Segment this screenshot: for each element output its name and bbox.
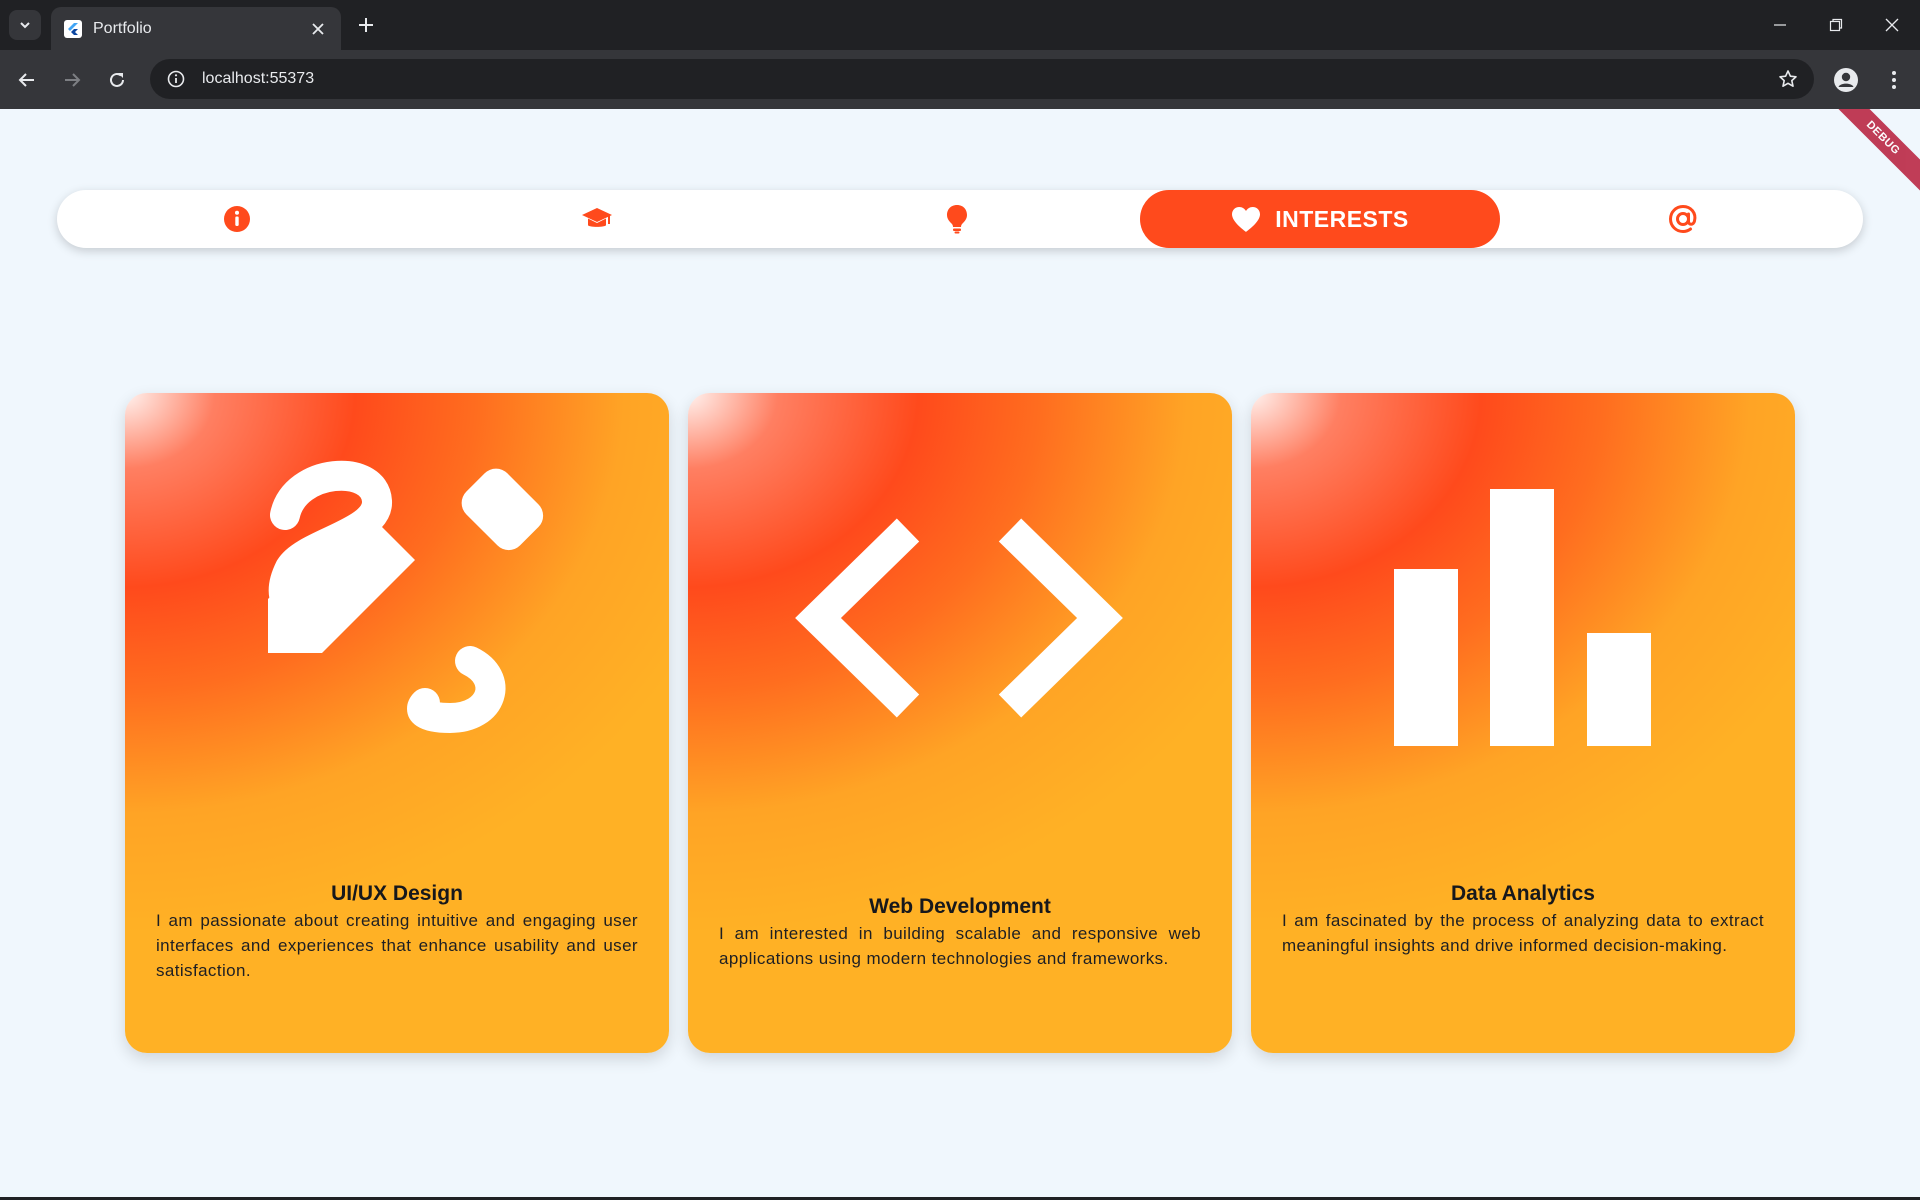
- plus-icon: [359, 18, 373, 32]
- pencil-design-icon: [268, 460, 544, 734]
- interest-card-webdev[interactable]: Web Development I am interested in build…: [688, 393, 1232, 1053]
- card-description: I am interested in building scalable and…: [719, 924, 1201, 968]
- tab-title: Portfolio: [93, 19, 152, 37]
- interest-card-data-analytics[interactable]: Data Analytics I am fascinated by the pr…: [1251, 393, 1795, 1053]
- browser-tab[interactable]: Portfolio: [51, 7, 341, 50]
- bookmark-star-icon[interactable]: [1770, 61, 1806, 97]
- chevron-down-icon: [20, 22, 30, 29]
- nav-item-interests-label: INTERESTS: [1275, 205, 1409, 232]
- info-icon: [224, 206, 250, 232]
- graduation-cap-icon: [582, 208, 612, 227]
- nav-item-about[interactable]: [57, 190, 417, 248]
- card-title: Web Development: [869, 895, 1051, 918]
- minimize-icon: [1774, 24, 1786, 26]
- page-viewport: DEBUG INTERESTS UI/UX Design I am passio…: [0, 109, 1920, 1197]
- window-controls: [1752, 0, 1920, 50]
- browser-tab-bar: Portfolio: [0, 0, 1920, 50]
- nav-item-skills[interactable]: [777, 190, 1137, 248]
- restore-button[interactable]: [1808, 0, 1864, 50]
- profile-avatar-icon[interactable]: [1830, 64, 1862, 96]
- nav-item-education[interactable]: [417, 190, 777, 248]
- tab-search-button[interactable]: [9, 10, 41, 40]
- nav-item-contact[interactable]: [1503, 190, 1863, 248]
- lightbulb-icon: [947, 205, 967, 234]
- card-description: I am passionate about creating intuitive…: [156, 911, 638, 980]
- debug-banner: DEBUG: [1822, 109, 1920, 199]
- card-title: Data Analytics: [1451, 882, 1595, 905]
- reload-icon: [110, 72, 124, 87]
- interest-card-uiux[interactable]: UI/UX Design I am passionate about creat…: [125, 393, 669, 1053]
- reload-button[interactable]: [101, 64, 133, 96]
- at-sign-icon: [1668, 204, 1697, 234]
- bar-chart-icon: [1394, 489, 1651, 746]
- close-tab-icon[interactable]: [307, 18, 329, 40]
- arrow-left-icon: [18, 73, 34, 87]
- card-title: UI/UX Design: [331, 882, 463, 905]
- nav-item-interests[interactable]: INTERESTS: [1140, 190, 1500, 248]
- close-icon: [1885, 18, 1899, 32]
- url-text[interactable]: localhost:55373: [202, 70, 1770, 88]
- more-vert-icon: [1892, 71, 1896, 89]
- card-description: I am fascinated by the process of analyz…: [1282, 911, 1764, 955]
- flutter-favicon-icon: [63, 19, 83, 39]
- card-text-block: UI/UX Design I am passionate about creat…: [156, 880, 638, 983]
- card-text-block: Data Analytics I am fascinated by the pr…: [1282, 880, 1764, 958]
- new-tab-button[interactable]: [352, 11, 380, 39]
- card-text-block: Web Development I am interested in build…: [719, 893, 1201, 971]
- forward-button[interactable]: [56, 64, 88, 96]
- restore-icon: [1829, 18, 1843, 32]
- browser-menu-button[interactable]: [1878, 64, 1910, 96]
- site-info-icon[interactable]: [164, 67, 188, 91]
- browser-toolbar: localhost:55373: [0, 50, 1920, 109]
- code-icon: [795, 518, 1123, 718]
- heart-icon: [1232, 206, 1261, 232]
- section-nav-bar: INTERESTS: [57, 190, 1863, 248]
- minimize-button[interactable]: [1752, 0, 1808, 50]
- arrow-right-icon: [65, 73, 81, 87]
- back-button[interactable]: [11, 64, 43, 96]
- address-bar[interactable]: localhost:55373: [150, 59, 1814, 99]
- close-window-button[interactable]: [1864, 0, 1920, 50]
